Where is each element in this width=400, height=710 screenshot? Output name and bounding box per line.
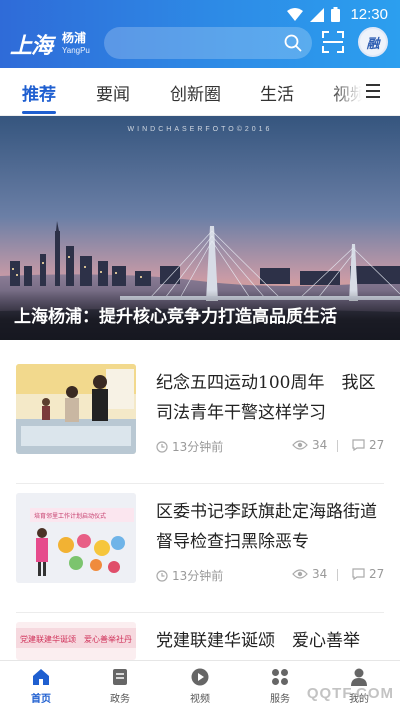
- news-thumbnail: [16, 364, 136, 454]
- logo-text-en: YangPu: [62, 46, 90, 55]
- signal-icon: [310, 7, 325, 22]
- eye-icon: [292, 440, 308, 450]
- logo-text-yangpu: 杨浦: [62, 31, 87, 45]
- meta-separator: [337, 440, 338, 452]
- news-time-text: 13分钟前: [172, 440, 224, 454]
- featured-banner[interactable]: WINDCHASERFOTO©2016 上海杨浦：提升核心竞争力打造高品质生活: [0, 116, 400, 340]
- news-thumbnail: 培育邻里工作计划启动仪式: [16, 493, 136, 583]
- category-tabs: 推荐 要闻 创新圈 生活 视频: [0, 68, 400, 116]
- news-views-count: 34: [312, 438, 328, 452]
- nav-government-label: 政务: [110, 694, 130, 705]
- news-item[interactable]: 培育邻里工作计划启动仪式 区委书记李跃旗赴定海路街道督导检查扫黑除恶专 13分钟…: [16, 493, 384, 613]
- status-time: 12:30: [350, 6, 388, 23]
- news-time: 13分钟前: [156, 438, 223, 455]
- grid-icon: [272, 669, 288, 685]
- news-meta: 13分钟前 34 27: [156, 438, 384, 456]
- meta-separator: [337, 569, 338, 581]
- news-time-text: 13分钟前: [172, 569, 224, 583]
- news-comments-count: 27: [369, 438, 385, 452]
- news-comments: 27: [352, 567, 384, 581]
- tab-life[interactable]: 生活: [260, 80, 294, 105]
- comment-icon: [352, 568, 365, 580]
- home-icon: [33, 669, 49, 685]
- nav-video-label: 视频: [190, 694, 210, 705]
- clock-icon: [156, 440, 168, 453]
- news-item[interactable]: 纪念五四运动100周年 我区司法青年干警这样学习 13分钟前 34 27: [16, 364, 384, 484]
- clock-icon: [156, 569, 168, 582]
- avatar[interactable]: 融: [358, 27, 388, 57]
- banner-caption[interactable]: 上海杨浦：提升核心竞争力打造高品质生活: [0, 290, 400, 340]
- search-input[interactable]: [104, 27, 312, 59]
- nav-home-label: 首页: [31, 694, 51, 705]
- news-comments-count: 27: [369, 567, 385, 581]
- news-time: 13分钟前: [156, 567, 223, 584]
- news-title[interactable]: 纪念五四运动100周年 我区司法青年干警这样学习: [156, 368, 386, 428]
- eye-icon: [292, 569, 308, 579]
- news-views: 34: [292, 567, 327, 581]
- tab-recommend[interactable]: 推荐: [22, 80, 56, 105]
- user-icon: [351, 668, 367, 686]
- menu-icon[interactable]: [366, 83, 384, 99]
- news-title[interactable]: 党建联建华诞颂 爱心善举: [156, 626, 386, 656]
- scan-icon[interactable]: [322, 31, 344, 53]
- battery-icon: [331, 7, 341, 22]
- nav-government[interactable]: 政务: [90, 667, 150, 705]
- tab-news[interactable]: 要闻: [96, 80, 130, 105]
- nav-service[interactable]: 服务: [250, 667, 310, 705]
- bottom-nav: 首页 政务 视频 服务 我的 QQTF.COM: [0, 660, 400, 710]
- news-views-count: 34: [312, 567, 328, 581]
- nav-video[interactable]: 视频: [170, 667, 230, 705]
- news-title[interactable]: 区委书记李跃旗赴定海路街道督导检查扫黑除恶专: [156, 497, 386, 557]
- news-thumbnail: 党建联建华诞颂 爱心善举社丹: [16, 622, 136, 660]
- nav-home[interactable]: 首页: [11, 667, 71, 705]
- thumb-banner-text: 培育邻里工作计划启动仪式: [34, 512, 106, 520]
- news-meta: 13分钟前 34 27: [156, 567, 384, 585]
- avatar-text: 融: [366, 36, 380, 52]
- nav-service-label: 服务: [270, 694, 290, 705]
- tab-innovation[interactable]: 创新圈: [170, 80, 221, 105]
- app-logo[interactable]: 上海 杨浦 YangPu: [10, 26, 94, 60]
- document-icon: [113, 669, 127, 685]
- status-bar: 12:30: [0, 0, 400, 28]
- wifi-icon: [287, 7, 304, 21]
- news-comments: 27: [352, 438, 384, 452]
- logo-text-shanghai: 上海: [10, 33, 53, 59]
- active-tab-indicator: [22, 111, 56, 114]
- banner-watermark: WINDCHASERFOTO©2016: [127, 126, 273, 133]
- play-icon: [191, 668, 209, 686]
- comment-icon: [352, 439, 365, 451]
- thumb-banner-text: 党建联建华诞颂 爱心善举社丹: [20, 634, 132, 644]
- search-icon[interactable]: [284, 34, 302, 52]
- corner-watermark: QQTF.COM: [306, 685, 394, 702]
- tab-fade: [330, 68, 370, 114]
- news-views: 34: [292, 438, 327, 452]
- app-header: 12:30 上海 杨浦 YangPu 融: [0, 0, 400, 68]
